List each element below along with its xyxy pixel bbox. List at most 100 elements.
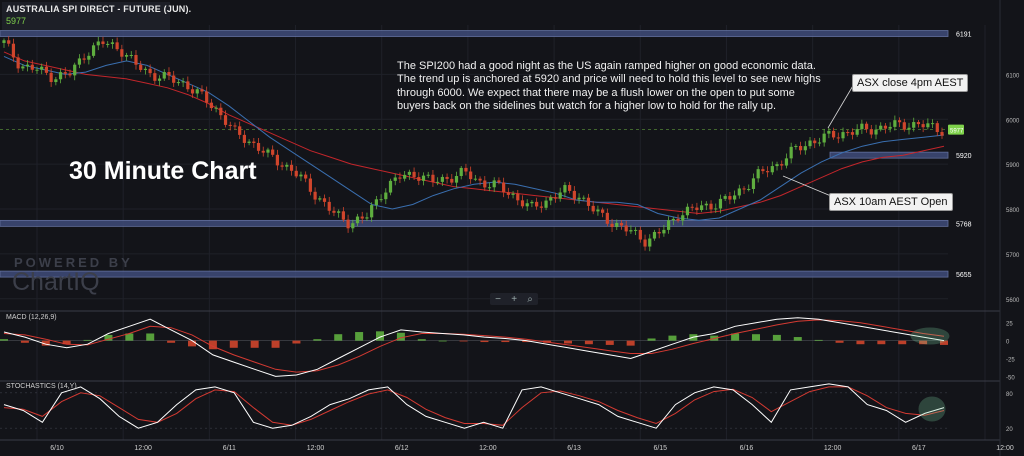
candle-body — [275, 154, 279, 166]
candle-body — [747, 188, 751, 190]
candle-body — [483, 180, 487, 188]
candle-body — [186, 81, 190, 90]
candle-body — [789, 146, 793, 159]
candle-body — [469, 171, 473, 180]
candle-body — [214, 107, 218, 109]
candle-body — [765, 171, 770, 173]
price-tick-label: 5600 — [1006, 298, 1020, 304]
candle-body — [176, 82, 181, 84]
price-level-band — [0, 30, 949, 37]
candle-body — [893, 120, 897, 127]
candle-body — [167, 72, 171, 76]
candle-body — [421, 175, 426, 181]
candle-body — [96, 41, 100, 46]
candle-body — [733, 195, 737, 200]
candle-body — [332, 210, 336, 213]
candle-body — [77, 58, 82, 65]
candle-body — [761, 169, 765, 172]
candle-body — [403, 174, 407, 179]
price-tick-label: 5700 — [1006, 253, 1020, 259]
candle-body — [784, 158, 789, 166]
candle-body — [285, 164, 289, 167]
candle-body — [888, 126, 892, 129]
candle-body — [525, 203, 529, 207]
stoch-tick-label: 80 — [1006, 392, 1013, 398]
macd-histogram-bar — [668, 335, 677, 341]
macd-histogram-bar — [83, 339, 92, 341]
candle-body — [346, 219, 350, 229]
last-price: 5977 — [6, 16, 27, 26]
price-tick-label: 5800 — [1006, 208, 1020, 214]
candle-body — [110, 42, 115, 44]
candle-body — [803, 146, 807, 151]
candle-body — [294, 170, 298, 177]
candle-body — [610, 223, 614, 228]
candle-body — [228, 124, 232, 126]
zoom-search-icon[interactable]: ⌕ — [527, 294, 533, 305]
candle-body — [374, 199, 378, 206]
macd-histogram-bar — [313, 339, 322, 341]
macd-histogram-bar — [501, 340, 510, 343]
candle-body — [101, 41, 105, 45]
price-tick-label: 6100 — [1006, 73, 1020, 79]
candle-body — [860, 123, 864, 130]
candle-body — [695, 207, 699, 211]
candle-body — [195, 89, 199, 94]
price-level-band — [0, 219, 949, 227]
candle-body — [322, 198, 327, 202]
candle-body — [35, 69, 39, 71]
price-level-band — [0, 270, 949, 278]
candle-body — [582, 197, 586, 199]
candle-body — [120, 49, 124, 57]
candle-body — [879, 125, 883, 130]
candle-body — [25, 64, 30, 67]
macd-histogram-bar — [752, 334, 760, 341]
candle-body — [737, 188, 741, 196]
candle-body — [530, 201, 534, 204]
stochastics-title: STOCHASTICS (14,Y) — [6, 383, 77, 390]
candle-body — [850, 132, 855, 135]
time-tick-label: 12:00 — [134, 445, 152, 452]
stoch-tick-label: 20 — [1006, 427, 1013, 433]
candle-body — [454, 176, 459, 183]
candle-body — [68, 73, 72, 76]
watermark-logo: ChartIQ — [12, 268, 100, 296]
macd-histogram-bar — [480, 340, 489, 343]
macd-histogram-bar — [772, 334, 781, 341]
candle-body — [266, 149, 270, 153]
macd-histogram-bar — [584, 340, 593, 345]
price-level-band — [829, 151, 949, 159]
price-level-label: 5768 — [956, 221, 972, 228]
candle-body — [497, 180, 501, 183]
macd-title: MACD (12,26,9) — [6, 314, 57, 321]
zoom-out-button[interactable]: − — [495, 294, 501, 305]
candle-body — [563, 185, 567, 193]
candle-body — [115, 42, 119, 50]
candle-body — [897, 120, 902, 123]
macd-histogram-bar — [417, 339, 426, 341]
candle-body — [379, 199, 383, 201]
candle-body — [553, 197, 558, 199]
stoch-highlight — [918, 396, 946, 422]
price-level-label: 5920 — [956, 153, 972, 160]
zoom-in-button[interactable]: + — [511, 294, 517, 305]
symbol-header[interactable]: AUSTRALIA SPI DIRECT - FUTURE (JUN). 597… — [2, 2, 191, 30]
candle-body — [219, 107, 223, 116]
macd-histogram-bar — [877, 340, 886, 345]
candle-body — [450, 178, 454, 183]
price-level-label: 5655 — [956, 272, 972, 279]
candle-body — [798, 145, 803, 151]
candle-body — [728, 196, 732, 200]
callout-asx-close: ASX close 4pm AEST — [852, 74, 969, 92]
current-price-tag-label: 5977 — [950, 129, 964, 135]
candle-body — [91, 45, 96, 56]
candle-body — [318, 198, 322, 200]
candle-body — [624, 225, 628, 232]
candle-body — [327, 201, 331, 211]
macd-histogram-bar — [814, 339, 823, 341]
candle-body — [384, 192, 388, 200]
candle-body — [256, 142, 261, 151]
zoom-controls[interactable]: − + ⌕ — [490, 293, 538, 305]
price-tick-label: 6000 — [1006, 118, 1020, 124]
candle-body — [916, 122, 921, 125]
